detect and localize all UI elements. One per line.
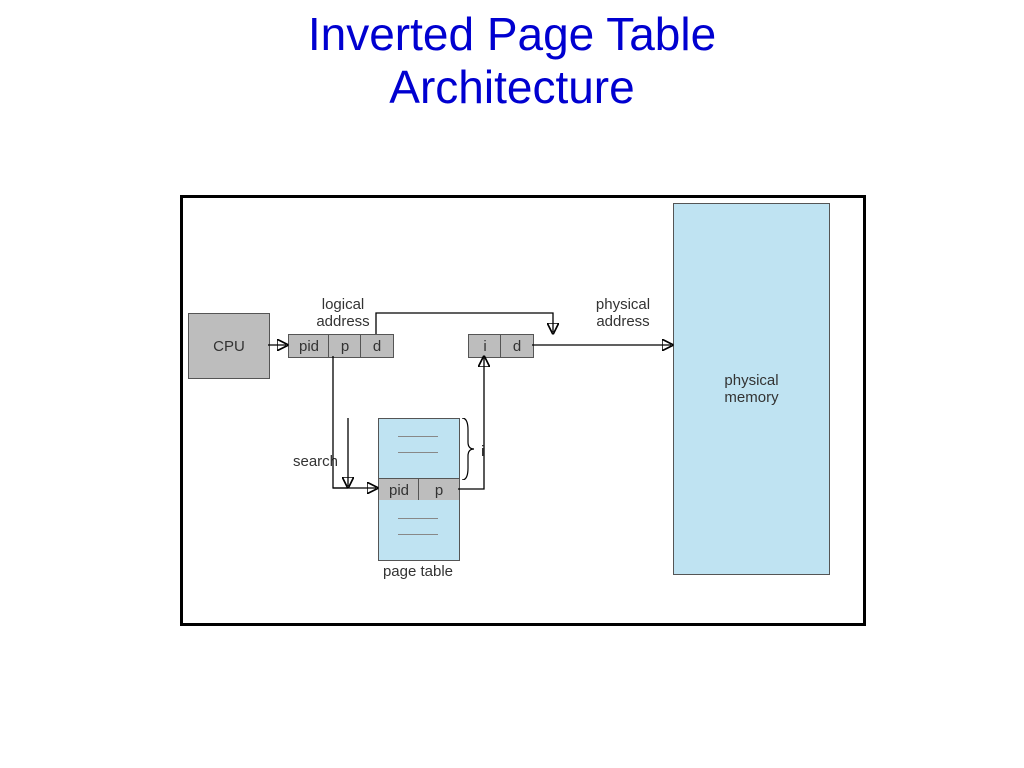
pt-entry-line bbox=[398, 534, 438, 535]
page-table-p-cell: p bbox=[418, 478, 460, 502]
cpu-label: CPU bbox=[213, 338, 245, 355]
title-line1: Inverted Page Table bbox=[308, 8, 716, 60]
page-table-label: page table bbox=[378, 563, 458, 580]
logical-pid-cell: pid bbox=[288, 334, 330, 358]
page-table-upper bbox=[378, 418, 460, 479]
page-title: Inverted Page Table Architecture bbox=[0, 0, 1024, 114]
pt-entry-line bbox=[398, 518, 438, 519]
page-table-lower bbox=[378, 500, 460, 561]
logical-d-cell: d bbox=[360, 334, 394, 358]
logical-address-label: logical address bbox=[303, 296, 383, 331]
search-label: search bbox=[293, 453, 338, 470]
cpu-block: CPU bbox=[188, 313, 270, 379]
index-i-label: i bbox=[481, 443, 484, 460]
page-table-pid-cell: pid bbox=[378, 478, 420, 502]
brace-icon bbox=[460, 418, 476, 480]
diagram-frame: physical memory CPU pid p d i d pid p lo… bbox=[180, 195, 866, 626]
physical-memory-block: physical memory bbox=[673, 203, 830, 575]
physical-address-label: physical address bbox=[583, 296, 663, 331]
pt-entry-line bbox=[398, 436, 438, 437]
title-line2: Architecture bbox=[389, 61, 634, 113]
pt-entry-line bbox=[398, 452, 438, 453]
physical-d-cell: d bbox=[500, 334, 534, 358]
logical-p-cell: p bbox=[328, 334, 362, 358]
physmem-label: physical memory bbox=[724, 372, 778, 406]
physical-i-cell: i bbox=[468, 334, 502, 358]
